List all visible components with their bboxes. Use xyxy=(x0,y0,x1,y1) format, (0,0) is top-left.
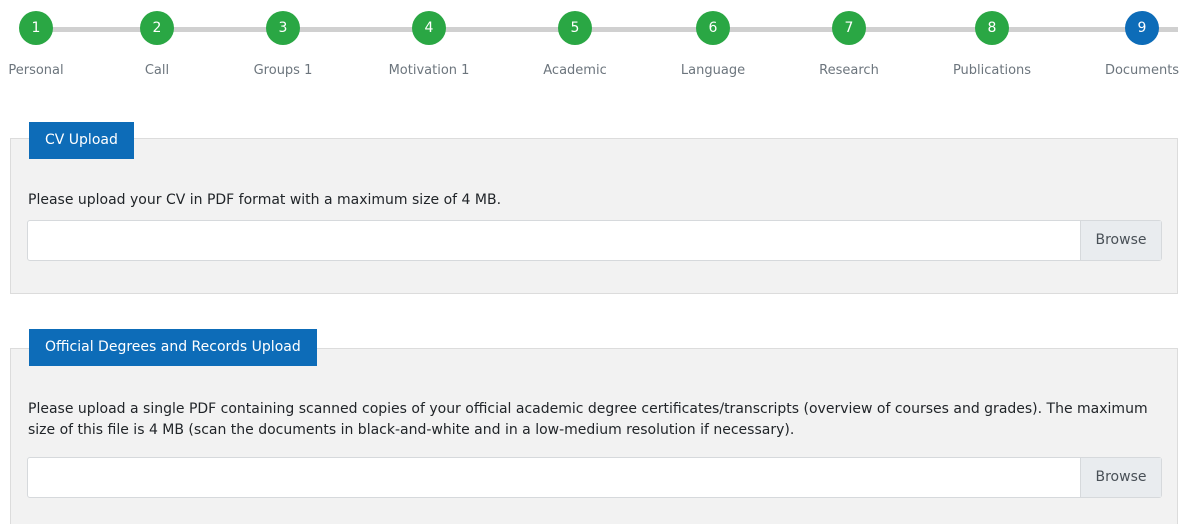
step-publications[interactable]: 8 Publications xyxy=(932,0,1052,95)
step-number-badge: 6 xyxy=(696,11,730,45)
degrees-file-input[interactable]: Browse xyxy=(27,457,1162,498)
progress-stepper: 1 Personal 2 Call 3 Groups 1 4 Motivatio… xyxy=(0,0,1184,95)
step-research[interactable]: 7 Research xyxy=(789,0,909,95)
step-number-badge: 1 xyxy=(19,11,53,45)
step-personal[interactable]: 1 Personal xyxy=(0,0,96,95)
cv-browse-button[interactable]: Browse xyxy=(1080,221,1161,260)
step-label: Language xyxy=(680,63,746,78)
step-documents[interactable]: 9 Documents xyxy=(1082,0,1184,95)
step-label: Documents xyxy=(1104,63,1180,78)
step-label: Groups 1 xyxy=(253,63,313,78)
step-label: Motivation 1 xyxy=(388,63,470,78)
degrees-upload-instructions: Please upload a single PDF containing sc… xyxy=(28,401,1148,438)
step-number-badge: 3 xyxy=(266,11,300,45)
degrees-upload-title: Official Degrees and Records Upload xyxy=(29,329,317,366)
degrees-browse-button[interactable]: Browse xyxy=(1080,458,1161,497)
step-academic[interactable]: 5 Academic xyxy=(515,0,635,95)
application-page: 1 Personal 2 Call 3 Groups 1 4 Motivatio… xyxy=(0,0,1184,524)
step-label: Personal xyxy=(8,63,64,78)
step-call[interactable]: 2 Call xyxy=(97,0,217,95)
cv-upload-instructions: Please upload your CV in PDF format with… xyxy=(28,192,502,208)
cv-file-input[interactable]: Browse xyxy=(27,220,1162,261)
step-motivation-1[interactable]: 4 Motivation 1 xyxy=(369,0,489,95)
degrees-upload-panel: Official Degrees and Records Upload Plea… xyxy=(10,329,1178,524)
step-number-badge: 7 xyxy=(832,11,866,45)
step-label: Academic xyxy=(543,63,607,78)
step-number-badge: 9 xyxy=(1125,11,1159,45)
cv-file-name-field[interactable] xyxy=(28,221,1080,260)
step-number-badge: 5 xyxy=(558,11,592,45)
step-language[interactable]: 6 Language xyxy=(653,0,773,95)
step-groups-1[interactable]: 3 Groups 1 xyxy=(223,0,343,95)
step-number-badge: 8 xyxy=(975,11,1009,45)
step-label: Research xyxy=(819,63,879,78)
step-number-badge: 4 xyxy=(412,11,446,45)
step-label: Publications xyxy=(952,63,1032,78)
step-number-badge: 2 xyxy=(140,11,174,45)
degrees-file-name-field[interactable] xyxy=(28,458,1080,497)
cv-upload-panel: CV Upload Please upload your CV in PDF f… xyxy=(10,122,1178,294)
cv-upload-title: CV Upload xyxy=(29,122,134,159)
step-label: Call xyxy=(144,63,170,78)
